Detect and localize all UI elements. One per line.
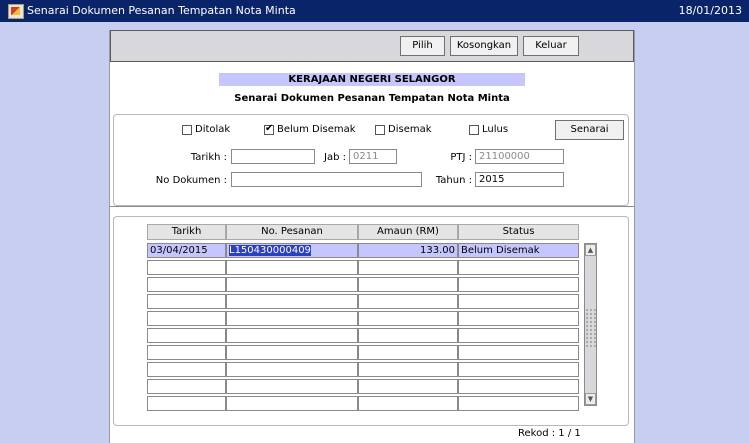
jab-field[interactable]: 0211	[349, 149, 397, 164]
cell-status-text: Belum Disemak	[461, 245, 540, 256]
cell-status[interactable]	[458, 311, 579, 326]
cell-status[interactable]	[458, 277, 579, 292]
scroll-thumb[interactable]	[585, 308, 596, 348]
arrow-down-icon[interactable]: ▼	[585, 393, 596, 405]
window-title: Senarai Dokumen Pesanan Tempatan Nota Mi…	[27, 4, 296, 17]
cell-status[interactable]	[458, 396, 579, 411]
cell-no-pesanan[interactable]	[226, 379, 358, 394]
cell-status[interactable]: Belum Disemak	[458, 243, 579, 258]
cell-amaun[interactable]	[358, 362, 458, 377]
cell-tarikh[interactable]	[147, 345, 226, 360]
toolbar: Pilih Kosongkan Keluar	[110, 30, 634, 62]
vertical-scrollbar[interactable]: ▲ ▼	[584, 243, 597, 406]
cell-tarikh[interactable]	[147, 277, 226, 292]
app-icon	[8, 4, 24, 19]
lulus-label: Lulus	[482, 124, 509, 135]
cell-amaun[interactable]	[358, 379, 458, 394]
cell-status[interactable]	[458, 260, 579, 275]
jab-label: Jab :	[324, 152, 346, 163]
cell-amaun[interactable]	[358, 311, 458, 326]
org-heading: KERAJAAN NEGERI SELANGOR	[219, 73, 525, 86]
cell-no-pesanan-text: L150430000409	[229, 245, 311, 256]
cell-no-pesanan[interactable]	[226, 362, 358, 377]
cell-tarikh-text: 03/04/2015	[150, 245, 208, 256]
cell-amaun[interactable]	[358, 396, 458, 411]
ditolak-checkbox-box[interactable]	[182, 124, 192, 135]
cell-tarikh[interactable]	[147, 294, 226, 309]
cell-no-pesanan[interactable]	[226, 396, 358, 411]
ptj-label: PTJ :	[450, 152, 472, 163]
cell-amaun[interactable]	[358, 328, 458, 343]
cell-no-pesanan[interactable]	[226, 311, 358, 326]
page-subtitle: Senarai Dokumen Pesanan Tempatan Nota Mi…	[234, 93, 510, 104]
cell-status[interactable]	[458, 328, 579, 343]
cell-status[interactable]	[458, 294, 579, 309]
belum-disemak-checkbox-box[interactable]	[264, 123, 274, 135]
senarai-button[interactable]: Senarai	[555, 120, 624, 140]
cell-tarikh[interactable]	[147, 260, 226, 275]
main-panel: Pilih Kosongkan Keluar KERAJAAN NEGERI S…	[109, 30, 635, 443]
cell-amaun[interactable]: 133.00	[358, 243, 458, 258]
cell-amaun-text: 133.00	[420, 245, 455, 256]
ditolak-checkbox[interactable]: Ditolak	[182, 124, 230, 135]
cell-amaun[interactable]	[358, 294, 458, 309]
cell-amaun[interactable]	[358, 260, 458, 275]
cell-tarikh[interactable]	[147, 379, 226, 394]
cell-no-pesanan[interactable]	[226, 260, 358, 275]
header-status: Status	[458, 224, 579, 240]
window-date: 18/01/2013	[678, 4, 742, 17]
cell-status[interactable]	[458, 345, 579, 360]
belum-disemak-checkbox[interactable]: Belum Disemak	[264, 123, 356, 135]
tarikh-label: Tarikh :	[190, 152, 227, 163]
header-amaun: Amaun (RM)	[358, 224, 458, 240]
header-no-pesanan: No. Pesanan	[226, 224, 358, 240]
cell-tarikh[interactable]	[147, 362, 226, 377]
cell-amaun[interactable]	[358, 277, 458, 292]
cell-no-pesanan[interactable]	[226, 345, 358, 360]
section-divider	[110, 206, 634, 207]
disemak-label: Disemak	[388, 124, 432, 135]
no-dokumen-field[interactable]	[231, 172, 422, 187]
header-tarikh: Tarikh	[147, 224, 226, 240]
cell-tarikh[interactable]: 03/04/2015	[147, 243, 226, 258]
lulus-checkbox-box[interactable]	[469, 124, 479, 135]
content-area: Pilih Kosongkan Keluar KERAJAAN NEGERI S…	[0, 22, 749, 443]
lulus-checkbox[interactable]: Lulus	[469, 124, 508, 135]
cell-tarikh[interactable]	[147, 328, 226, 343]
record-counter: Rekod : 1 / 1	[518, 428, 581, 439]
disemak-checkbox[interactable]: Disemak	[375, 124, 432, 135]
belum-disemak-label: Belum Disemak	[277, 124, 356, 135]
pilih-button[interactable]: Pilih	[400, 36, 445, 56]
cell-status[interactable]	[458, 362, 579, 377]
cell-no-pesanan[interactable]	[226, 294, 358, 309]
cell-tarikh[interactable]	[147, 311, 226, 326]
cell-amaun[interactable]	[358, 345, 458, 360]
no-dokumen-label: No Dokumen :	[155, 175, 227, 186]
keluar-button[interactable]: Keluar	[523, 36, 579, 56]
ditolak-label: Ditolak	[195, 124, 231, 135]
window-titlebar: Senarai Dokumen Pesanan Tempatan Nota Mi…	[0, 0, 749, 22]
cell-no-pesanan[interactable]	[226, 277, 358, 292]
arrow-up-icon[interactable]: ▲	[585, 244, 596, 256]
kosongkan-button[interactable]: Kosongkan	[450, 36, 518, 56]
ptj-field[interactable]: 21100000	[475, 149, 564, 164]
tahun-label: Tahun :	[435, 175, 472, 186]
cell-tarikh[interactable]	[147, 396, 226, 411]
cell-no-pesanan[interactable]: L150430000409	[226, 243, 358, 258]
cell-no-pesanan[interactable]	[226, 328, 358, 343]
disemak-checkbox-box[interactable]	[375, 124, 385, 135]
tahun-field[interactable]: 2015	[475, 172, 564, 187]
cell-status[interactable]	[458, 379, 579, 394]
